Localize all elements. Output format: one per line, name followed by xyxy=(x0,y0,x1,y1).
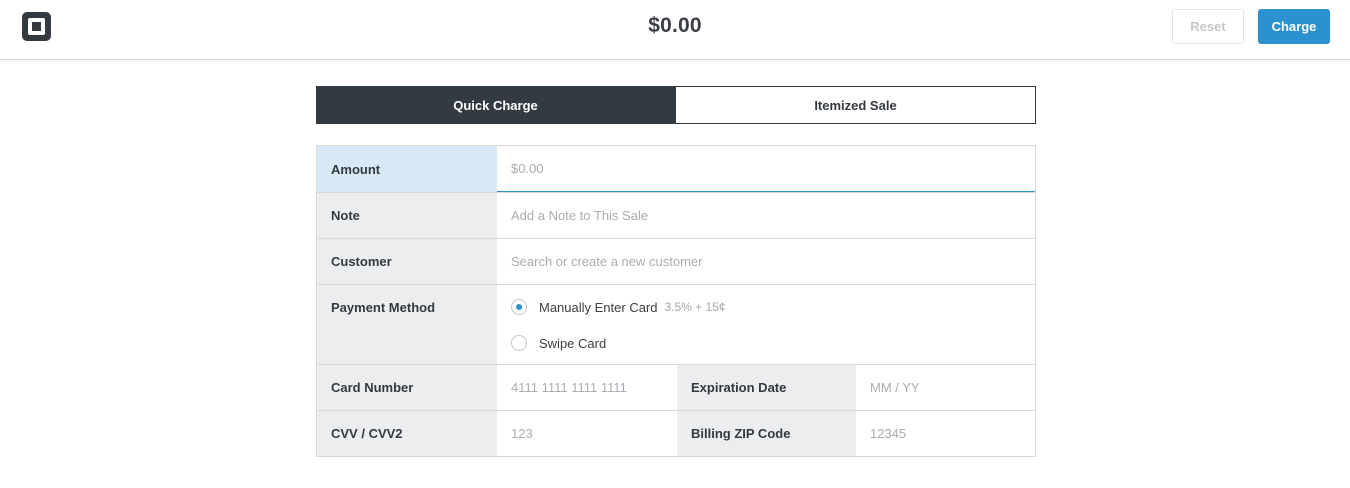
amount-input[interactable] xyxy=(511,161,1035,176)
swipe-card-radio[interactable] xyxy=(511,335,527,351)
sale-total: $0.00 xyxy=(648,14,702,37)
card-number-field-wrapper xyxy=(497,365,677,410)
payment-method-options: Manually Enter Card 3.5% + 15¢ Swipe Car… xyxy=(497,285,1035,364)
expiration-date-label: Expiration Date xyxy=(677,365,856,410)
tab-itemized-sale[interactable]: Itemized Sale xyxy=(675,86,1036,124)
card-number-label: Card Number xyxy=(317,365,497,410)
option-swipe-card[interactable]: Swipe Card xyxy=(511,335,1035,351)
tab-quick-charge[interactable]: Quick Charge xyxy=(316,86,675,124)
cvv-field-wrapper xyxy=(497,411,677,456)
payment-method-row: Payment Method Manually Enter Card 3.5% … xyxy=(317,284,1035,364)
customer-label: Customer xyxy=(317,239,497,284)
swipe-card-label: Swipe Card xyxy=(539,335,607,351)
cvv-label: CVV / CVV2 xyxy=(317,411,497,456)
customer-field-wrapper xyxy=(497,239,1035,284)
reset-button[interactable]: Reset xyxy=(1172,9,1244,44)
cvv-row: CVV / CVV2 Billing ZIP Code xyxy=(317,410,1035,456)
customer-row: Customer xyxy=(317,238,1035,284)
billing-zip-label: Billing ZIP Code xyxy=(677,411,856,456)
billing-zip-input[interactable] xyxy=(870,426,1035,441)
customer-search-input[interactable] xyxy=(511,254,1035,269)
note-input[interactable] xyxy=(511,208,1035,223)
amount-row: Amount xyxy=(317,146,1035,192)
amount-label: Amount xyxy=(317,146,497,192)
note-label: Note xyxy=(317,193,497,238)
manual-card-fee: 3.5% + 15¢ xyxy=(664,300,726,314)
cvv-input[interactable] xyxy=(511,426,677,441)
sale-mode-tabs: Quick Charge Itemized Sale xyxy=(316,86,1036,124)
charge-form: Amount Note Customer Payment Method Manu… xyxy=(316,145,1036,457)
zip-field-wrapper xyxy=(856,411,1035,456)
note-field-wrapper xyxy=(497,193,1035,238)
note-row: Note xyxy=(317,192,1035,238)
manual-card-label: Manually Enter Card xyxy=(539,299,658,315)
option-manual-card[interactable]: Manually Enter Card 3.5% + 15¢ xyxy=(511,299,1035,315)
card-number-input[interactable] xyxy=(511,380,677,395)
manual-card-radio[interactable] xyxy=(511,299,527,315)
expiration-date-input[interactable] xyxy=(870,380,1035,395)
charge-button[interactable]: Charge xyxy=(1258,9,1330,44)
card-row: Card Number Expiration Date xyxy=(317,364,1035,410)
payment-method-label: Payment Method xyxy=(317,285,497,364)
top-bar: $0.00 Reset Charge xyxy=(0,0,1350,60)
amount-field-wrapper xyxy=(497,146,1035,192)
expiration-field-wrapper xyxy=(856,365,1035,410)
